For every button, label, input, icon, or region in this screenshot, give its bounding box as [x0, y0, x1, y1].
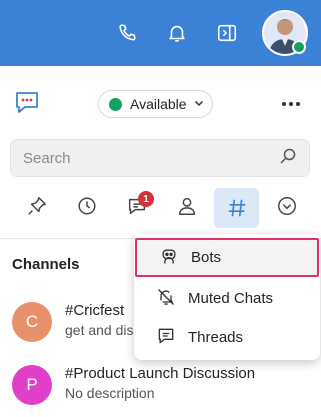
bot-icon [159, 246, 179, 270]
chevron-down-icon [193, 96, 205, 112]
channel-avatar: C [12, 302, 52, 342]
menu-item-muted-chats[interactable]: Muted Chats [134, 279, 320, 318]
channel-title: #Cricfest [65, 302, 125, 319]
bell-icon[interactable] [164, 20, 190, 46]
channel-subtitle: get and dis [65, 322, 134, 338]
chat-logo-icon [14, 90, 40, 114]
channel-subtitle: No description [65, 385, 155, 401]
search-box[interactable] [10, 139, 310, 177]
recent-clock-icon[interactable] [73, 192, 101, 220]
search-icon[interactable] [279, 147, 297, 170]
channel-avatar: P [12, 365, 52, 405]
menu-item-threads[interactable]: Threads [134, 318, 320, 357]
presence-indicator [292, 40, 306, 54]
unread-badge: 1 [138, 191, 154, 207]
status-dropdown[interactable]: Available [98, 90, 213, 118]
more-options-button[interactable] [278, 98, 304, 110]
menu-item-bots[interactable]: Bots [135, 238, 319, 277]
pin-icon[interactable] [23, 192, 51, 220]
channel-title: #Product Launch Discussion [65, 365, 256, 382]
status-label: Available [130, 96, 187, 112]
filter-dropdown-menu: Bots Muted Chats Threads [134, 234, 320, 360]
search-input[interactable] [23, 149, 279, 167]
channels-hash-icon[interactable] [214, 188, 259, 228]
user-avatar[interactable] [262, 10, 308, 56]
menu-item-label: Bots [191, 249, 222, 266]
menu-item-label: Muted Chats [188, 290, 274, 307]
collapse-panel-icon[interactable] [214, 20, 240, 46]
more-filters-chevron-icon[interactable] [273, 192, 301, 220]
section-title: Channels [12, 256, 80, 273]
menu-item-label: Threads [188, 329, 244, 346]
muted-bell-icon [156, 287, 176, 311]
phone-icon[interactable] [114, 20, 140, 46]
available-status-icon [109, 97, 122, 111]
person-icon[interactable] [173, 192, 201, 220]
top-bar [0, 0, 321, 66]
channel-row[interactable]: P #Product Launch Discussion No descript… [12, 365, 312, 415]
threads-icon [156, 326, 176, 350]
